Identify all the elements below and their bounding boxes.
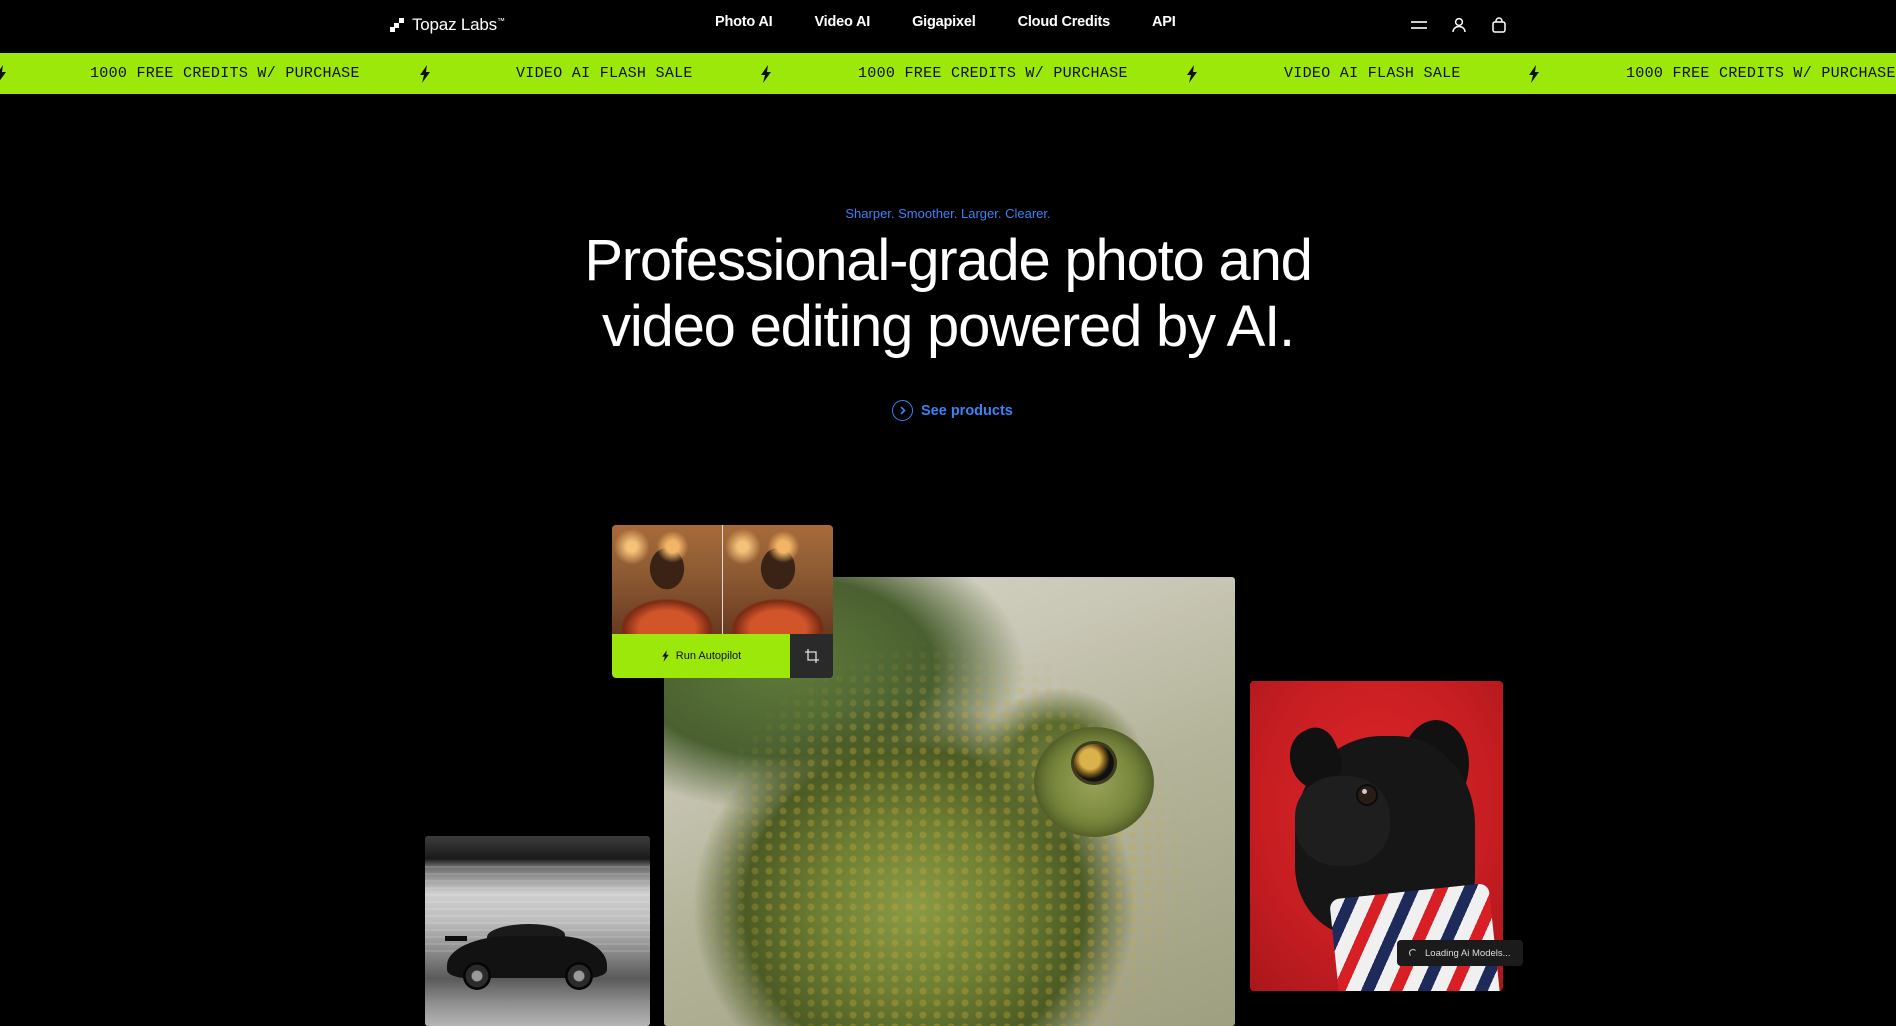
top-nav: Topaz Labs™ Photo AI Video AI Gigapixel … <box>0 0 1896 53</box>
main-nav-links: Photo AI Video AI Gigapixel Cloud Credit… <box>715 14 1218 30</box>
topaz-labs-logo[interactable]: Topaz Labs™ <box>390 14 505 36</box>
user-icon[interactable] <box>1450 16 1468 34</box>
nav-link-video-ai[interactable]: Video AI <box>814 14 870 30</box>
menu-icon[interactable] <box>1410 16 1428 34</box>
spinner-icon <box>1409 949 1417 957</box>
logo-trademark: ™ <box>496 16 505 26</box>
after-image <box>723 525 833 634</box>
headline-line-1: Professional-grade photo and <box>584 228 1313 293</box>
lightning-bolt-icon <box>761 65 771 83</box>
hero-headline: Professional-grade photo and video editi… <box>0 228 1896 360</box>
sports-car-photo <box>425 836 650 1026</box>
headline-line-2: video editing powered by AI. <box>602 294 1295 359</box>
ticker-item: 1000 FREE CREDITS W/ PURCHASE <box>858 65 1128 82</box>
see-products-link[interactable]: See products <box>892 400 1013 421</box>
loading-label: Loading Ai Models... <box>1425 947 1511 959</box>
nav-link-gigapixel[interactable]: Gigapixel <box>912 14 976 30</box>
cart-icon[interactable] <box>1490 16 1508 34</box>
lightning-bolt-icon <box>1529 65 1539 83</box>
before-image <box>612 525 722 634</box>
crop-button[interactable] <box>790 634 833 678</box>
ticker-item: 1000 FREE CREDITS W/ PURCHASE <box>90 65 360 82</box>
promo-ticker[interactable]: 1000 FREE CREDITS W/ PURCHASE VIDEO AI F… <box>0 53 1896 94</box>
ticker-item: 1000 FREE CREDITS W/ PURCHASE <box>1626 65 1896 82</box>
ticker-item: VIDEO AI FLASH SALE <box>516 65 693 82</box>
run-autopilot-label: Run Autopilot <box>675 650 742 662</box>
compare-divider[interactable] <box>722 525 723 634</box>
nav-link-photo-ai[interactable]: Photo AI <box>715 14 773 30</box>
nav-link-cloud-credits[interactable]: Cloud Credits <box>1018 14 1111 30</box>
lightning-bolt-icon <box>662 650 669 662</box>
nav-link-api[interactable]: API <box>1152 14 1176 30</box>
loading-models-badge: Loading Ai Models... <box>1397 940 1523 966</box>
logo-mark-icon <box>390 18 404 32</box>
autopilot-widget: Run Autopilot <box>612 525 833 678</box>
crop-icon <box>804 649 819 663</box>
hero-tagline: Sharper. Smoother. Larger. Clearer. <box>845 206 1051 221</box>
nav-icon-group <box>1410 16 1508 34</box>
see-products-label: See products <box>921 402 1013 419</box>
lightning-bolt-icon <box>1187 65 1197 83</box>
run-autopilot-button[interactable]: Run Autopilot <box>612 634 790 678</box>
ticker-item: VIDEO AI FLASH SALE <box>1284 65 1461 82</box>
lightning-bolt-icon <box>0 65 6 81</box>
lightning-bolt-icon <box>420 65 430 83</box>
logo-text: Topaz Labs <box>412 15 497 34</box>
chevron-right-circle-icon <box>892 400 913 421</box>
